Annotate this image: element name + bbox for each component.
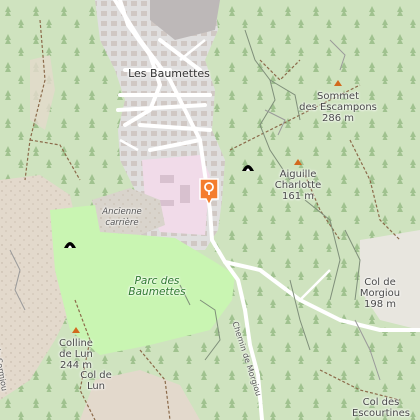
peak-name-2: Escourtines (352, 408, 410, 419)
town-label: Les Baumettes (128, 67, 210, 80)
peak-label-col-lun: Col de Lun (80, 370, 112, 392)
cave-icon (242, 165, 254, 171)
cave-icon (64, 242, 76, 248)
peak-label-morgiou: Col de Morgiou 198 m (360, 277, 400, 310)
quarry-label: Ancienne carrière (102, 207, 141, 229)
peak-name: Col des (362, 397, 400, 408)
peak-elevation: 198 m (363, 299, 397, 310)
peak-icon (72, 327, 80, 333)
quarry-name-2: carrière (105, 218, 139, 228)
peak-name-2: de Lun (59, 349, 93, 360)
peak-name: Sommet (316, 91, 360, 102)
peak-label-colline-lun: Colline de Lun 244 m (59, 338, 93, 371)
peak-name: Col de (364, 277, 396, 288)
peak-name-2: Lun (86, 381, 106, 392)
peak-name: Col de (80, 370, 112, 381)
peak-name-2: Charlotte (274, 180, 322, 191)
peak-name-2: des Escampons (299, 102, 377, 113)
peak-name-2: Morgiou (359, 288, 401, 299)
peak-name: Aiguille (279, 169, 317, 180)
park-name-2: Baumettes (128, 286, 186, 298)
peak-icon (294, 159, 302, 165)
quarry-name: Ancienne (102, 207, 142, 217)
peak-label-escampons: Sommet des Escampons 286 m (299, 91, 377, 124)
peak-icon (334, 80, 342, 86)
peak-label-charlotte: Aiguille Charlotte 161 m (275, 169, 321, 202)
peak-name: Colline (59, 338, 93, 349)
map-pin-icon[interactable] (198, 177, 220, 207)
park-label: Parc des Baumettes (128, 276, 185, 298)
map-canvas[interactable]: Les Baumettes Sommet des Escampons 286 m… (0, 0, 420, 420)
peak-elevation: 161 m (281, 191, 315, 202)
peak-label-escourtines: Col des Escourtines (352, 397, 410, 419)
peak-elevation: 286 m (321, 113, 354, 124)
